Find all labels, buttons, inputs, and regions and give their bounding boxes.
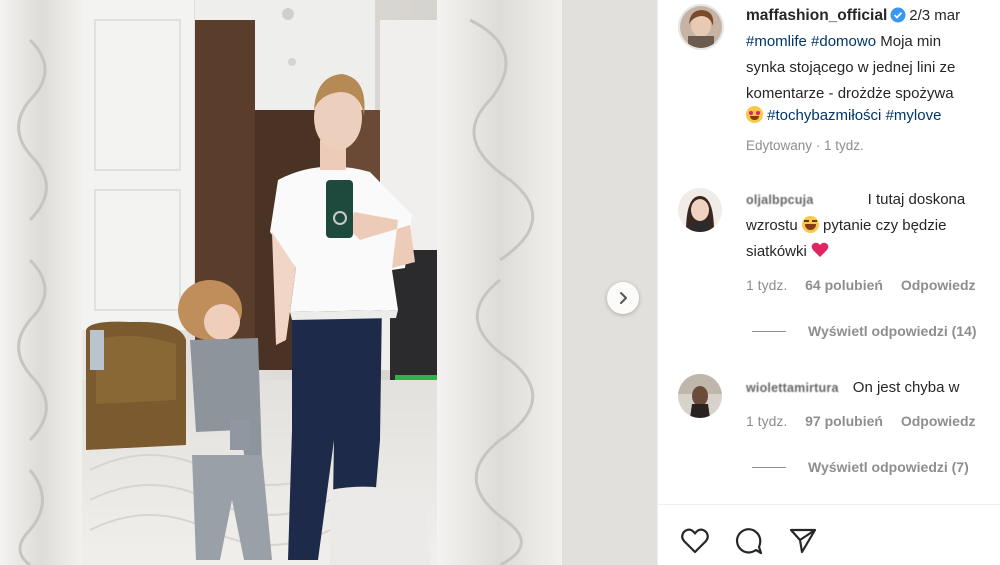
view-replies-button[interactable]: Wyświetl odpowiedzi (7) bbox=[752, 459, 969, 475]
actions-divider bbox=[658, 504, 1000, 505]
comment-text: siatkówki bbox=[746, 243, 807, 260]
comment-button[interactable] bbox=[732, 524, 766, 558]
caption-line-3: komentarze - drożdże spożywa bbox=[746, 84, 954, 104]
comment-body: oljalbpcuja I tutaj doskona bbox=[746, 188, 965, 212]
comment-likes[interactable]: 64 polubień bbox=[805, 277, 883, 293]
caption-text: Moja min bbox=[880, 33, 942, 50]
comment-text: I tutaj doskona bbox=[867, 191, 966, 208]
post-caption: maffashion_official 2/3 mar #momlife #dom… bbox=[658, 0, 1000, 170]
view-replies-button[interactable]: Wyświetl odpowiedzi (14) bbox=[752, 323, 977, 339]
hashtag-link[interactable]: #domowo bbox=[811, 33, 876, 50]
edited-timestamp: Edytowany · 1 tydz. bbox=[746, 138, 864, 153]
replies-divider-line bbox=[752, 330, 786, 332]
comment-age: 1 tydz. bbox=[746, 413, 788, 429]
comment-meta: 1 tydz. 64 polubień Odpowiedz bbox=[746, 277, 990, 293]
comment-text: pytanie czy będzie bbox=[823, 217, 947, 234]
reply-button[interactable]: Odpowiedz bbox=[901, 413, 976, 429]
heart-outline-icon bbox=[681, 528, 709, 554]
heart-eyes-emoji-icon bbox=[746, 106, 763, 123]
comment-body-line: wzrostu pytanie czy będzie bbox=[746, 214, 946, 238]
verified-badge-icon bbox=[890, 7, 906, 23]
caption-line-2: synka stojącego w jednej lini ze bbox=[746, 58, 955, 78]
comment-bubble-icon bbox=[735, 528, 763, 555]
commenter-avatar[interactable] bbox=[678, 374, 722, 418]
comment-meta: 1 tydz. 97 polubień Odpowiedz bbox=[746, 413, 990, 429]
comment-text: On jest chyba w bbox=[852, 379, 960, 396]
comment-body-line: siatkówki bbox=[746, 240, 829, 264]
post-action-bar bbox=[678, 524, 820, 558]
share-button[interactable] bbox=[786, 524, 820, 558]
comment-body: wiolettamirtura On jest chyba w bbox=[746, 376, 960, 400]
red-heart-emoji-icon bbox=[811, 242, 829, 257]
comment-age: 1 tydz. bbox=[746, 277, 788, 293]
next-photo-button[interactable] bbox=[607, 282, 639, 314]
caption-line-4: #tochybazmiłości #mylove bbox=[746, 106, 941, 126]
post-date: 2/3 mar bbox=[909, 7, 961, 24]
mirror-selfie-image bbox=[0, 0, 657, 565]
hashtag-link[interactable]: #momlife bbox=[746, 33, 807, 50]
owner-username[interactable]: maffashion_official bbox=[746, 7, 887, 24]
like-button[interactable] bbox=[678, 524, 712, 558]
comment-username[interactable]: wiolettamirtura bbox=[746, 381, 839, 395]
caption-line-1: #momlife #domowo Moja min bbox=[746, 32, 941, 52]
caption-text: synka stojącego w jednej lini ze bbox=[746, 59, 956, 76]
comment-username[interactable]: oljalbpcuja bbox=[746, 193, 814, 207]
post-photo bbox=[0, 0, 657, 565]
comment-likes[interactable]: 97 polubień bbox=[805, 413, 883, 429]
chevron-right-icon bbox=[620, 292, 627, 304]
owner-avatar[interactable] bbox=[678, 4, 724, 50]
commenter-avatar[interactable] bbox=[678, 188, 722, 232]
laughing-emoji-icon bbox=[801, 216, 819, 233]
reply-button[interactable]: Odpowiedz bbox=[901, 277, 976, 293]
view-replies-label: Wyświetl odpowiedzi (7) bbox=[808, 459, 969, 475]
view-replies-label: Wyświetl odpowiedzi (14) bbox=[808, 323, 977, 339]
replies-divider-line bbox=[752, 466, 786, 468]
post-side-panel: maffashion_official 2/3 mar #momlife #dom… bbox=[657, 0, 1000, 565]
paper-plane-icon bbox=[789, 528, 817, 554]
caption-text: komentarze - drożdże spożywa bbox=[746, 85, 954, 102]
caption-header: maffashion_official 2/3 mar bbox=[746, 6, 960, 26]
hashtag-link[interactable]: #mylove bbox=[886, 107, 942, 124]
comment-text: wzrostu bbox=[746, 217, 798, 234]
hashtag-link[interactable]: #tochybazmiłości bbox=[767, 107, 881, 124]
